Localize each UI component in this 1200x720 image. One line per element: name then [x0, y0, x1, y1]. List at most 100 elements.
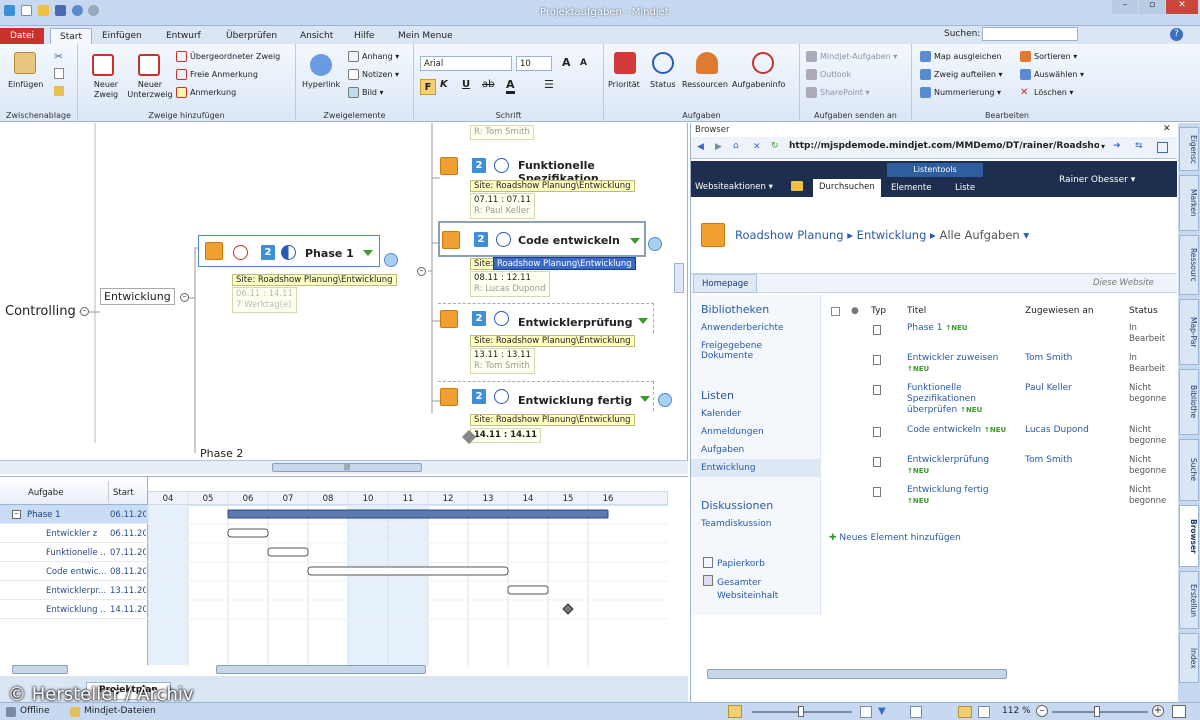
sharepoint-button[interactable]: SharePoint ▾: [806, 87, 870, 98]
zoom-in-icon[interactable]: +: [1152, 705, 1164, 717]
image-button[interactable]: Bild ▾: [348, 87, 384, 98]
side-tab[interactable]: Eigensc: [1179, 127, 1199, 171]
node-entwicklung[interactable]: Entwicklung: [100, 288, 175, 305]
gantt-row[interactable]: Funktionelle ... 07.11.20: [0, 543, 148, 562]
list-item-assigned[interactable]: Lucas Dupond: [1025, 425, 1089, 435]
side-tab[interactable]: Browser: [1179, 505, 1199, 567]
new-branch-button[interactable]: Neuer Zweig: [84, 80, 128, 100]
mindjet-tasks-button[interactable]: Mindjet-Aufgaben ▾: [806, 51, 897, 62]
list-item-title[interactable]: Entwicklung fertig ↑NEU: [907, 485, 1007, 507]
zoom-thumb[interactable]: [1094, 706, 1100, 717]
gantt-row[interactable]: Code entwic... 08.11.20: [0, 562, 148, 581]
list-item-assigned[interactable]: Paul Keller: [1025, 383, 1072, 393]
col-assigned[interactable]: Zugewiesen an: [1025, 306, 1094, 316]
redo-icon[interactable]: [88, 5, 100, 16]
app-icon[interactable]: [4, 5, 15, 16]
window-icon[interactable]: [1157, 142, 1168, 153]
forward-icon[interactable]: ▶: [715, 142, 722, 152]
col-status[interactable]: Status: [1129, 306, 1158, 316]
view-icon-2[interactable]: ▼: [878, 706, 886, 717]
shrink-font-icon[interactable]: A: [580, 58, 587, 68]
list-item[interactable]: Code entwickeln ↑NEU Lucas Dupond Nicht be…: [825, 425, 1173, 453]
back-icon[interactable]: ◀: [697, 142, 704, 152]
gantt-row[interactable]: Phase 1 06.11.20 –: [0, 505, 148, 524]
resources-button[interactable]: Ressourcen: [682, 80, 728, 89]
task-dropdown-icon[interactable]: [630, 238, 640, 244]
tab-liste[interactable]: Liste: [955, 183, 975, 193]
phase1-link-icon[interactable]: [384, 253, 398, 267]
view-icon-3[interactable]: [910, 706, 922, 718]
ql-calendar[interactable]: Kalender: [701, 409, 741, 419]
resources-icon[interactable]: [696, 52, 718, 74]
ql-dev[interactable]: Entwicklung: [701, 463, 756, 473]
col-title[interactable]: Titel: [907, 306, 926, 316]
task-node-done[interactable]: 2 Entwicklung fertig: [438, 381, 654, 411]
ql-all-content[interactable]: Gesamter Websiteinhalt: [701, 577, 801, 603]
side-tab[interactable]: Ressourc: [1179, 235, 1199, 295]
col-type[interactable]: Typ: [871, 306, 886, 316]
balance-map-button[interactable]: Map ausgleichen: [920, 51, 1001, 62]
parent-branch-button[interactable]: Übergeordneter Zweig: [176, 51, 280, 62]
bold-button[interactable]: F: [420, 79, 436, 95]
list-item-title[interactable]: Entwicklerprüfung ↑NEU: [907, 455, 1007, 477]
ql-tasks[interactable]: Aufgaben: [701, 445, 744, 455]
home-icon[interactable]: ⌂: [733, 141, 739, 151]
new-icon[interactable]: [20, 5, 32, 16]
tab-ansicht[interactable]: Ansicht: [294, 28, 339, 44]
hyperlink-button[interactable]: Hyperlink: [302, 80, 340, 89]
grow-font-icon[interactable]: A: [562, 56, 571, 69]
open-icon[interactable]: [37, 5, 49, 16]
tab-hilfe[interactable]: Hilfe: [348, 28, 380, 44]
collapse-phase-icon[interactable]: –: [12, 510, 21, 519]
tab-start[interactable]: Start: [50, 28, 92, 44]
map-hscroll[interactable]: |||: [0, 460, 688, 474]
breadcrumb-site[interactable]: Roadshow Planung: [735, 228, 844, 242]
taskinfo-button[interactable]: Aufgabeninfo: [732, 80, 785, 89]
list-item[interactable]: Funktionelle Spezifikationen überprüfen …: [825, 383, 1173, 415]
numbering-button[interactable]: Nummerierung ▾: [920, 87, 1001, 98]
list-item-title[interactable]: Phase 1 ↑NEU: [907, 323, 1007, 334]
search-input[interactable]: [982, 27, 1078, 41]
align-icon[interactable]: ☰: [544, 78, 554, 91]
ql-registrations[interactable]: Anmeldungen: [701, 427, 764, 437]
undo-icon[interactable]: [71, 5, 83, 16]
font-family-select[interactable]: Arial: [420, 56, 512, 71]
task-dropdown-icon[interactable]: [638, 318, 648, 324]
font-color-icon[interactable]: A: [506, 78, 515, 94]
notes-button[interactable]: Notizen ▾: [348, 69, 399, 80]
format-painter-icon[interactable]: [54, 86, 64, 96]
task-node-code[interactable]: 2 Code entwickeln: [438, 221, 646, 257]
site-actions[interactable]: Websiteaktionen ▾: [695, 182, 773, 192]
delete-button[interactable]: ✕ Löschen ▾: [1020, 87, 1073, 98]
panel-close-icon[interactable]: ✕: [1163, 124, 1171, 134]
taskinfo-icon[interactable]: [752, 52, 774, 74]
free-note-button[interactable]: Freie Anmerkung: [176, 69, 258, 80]
list-item-title[interactable]: Entwickler zuweisen ↑NEU: [907, 353, 1007, 375]
new-subbranch-button[interactable]: Neuer Unterzweig: [124, 80, 176, 100]
phase1-dropdown-icon[interactable]: [363, 250, 373, 256]
node-phase1[interactable]: 2 Phase 1: [198, 235, 380, 267]
underline-button[interactable]: U: [462, 79, 470, 90]
zoom-out-icon[interactable]: –: [1036, 705, 1048, 717]
select-all-checkbox[interactable]: [831, 307, 840, 316]
side-tab[interactable]: Suche: [1179, 439, 1199, 501]
note-button[interactable]: Anmerkung: [176, 87, 236, 98]
side-tab[interactable]: Map-Par: [1179, 299, 1199, 365]
paste-icon[interactable]: [14, 52, 36, 74]
copy-icon[interactable]: [54, 68, 64, 79]
fit-icon[interactable]: [1172, 705, 1186, 718]
ql-libraries[interactable]: Bibliotheken: [701, 303, 769, 316]
close-button[interactable]: ✕: [1166, 0, 1198, 14]
tab-mein-menue[interactable]: Mein Menue: [392, 28, 459, 44]
list-item-assigned[interactable]: Tom Smith: [1025, 353, 1072, 363]
new-subbranch-icon[interactable]: [138, 54, 160, 76]
strikethrough-button[interactable]: ab: [482, 79, 494, 90]
navigate-up-icon[interactable]: [791, 181, 803, 191]
minimize-button[interactable]: –: [1112, 0, 1138, 14]
list-item-title[interactable]: Funktionelle Spezifikationen überprüfen …: [907, 383, 1007, 416]
add-new-item[interactable]: ✚ Neues Element hinzufügen: [829, 533, 961, 543]
collapse-phase1[interactable]: –: [417, 267, 426, 276]
node-phase2[interactable]: Phase 2: [200, 447, 243, 460]
select-button[interactable]: Auswählen ▾: [1020, 69, 1084, 80]
task-link-icon[interactable]: [658, 393, 672, 407]
